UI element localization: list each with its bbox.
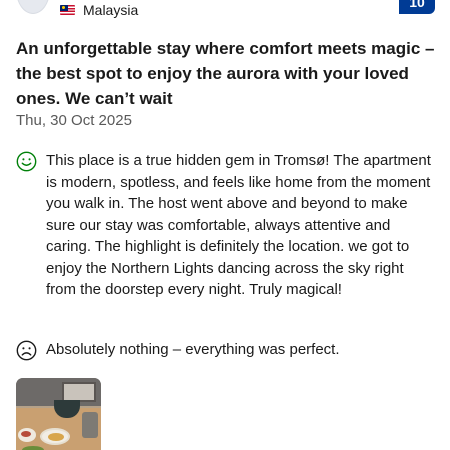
photo-window <box>62 382 96 402</box>
score-value: 10 <box>409 0 425 10</box>
photo-plate <box>18 428 36 442</box>
negative-review-text: Absolutely nothing – everything was perf… <box>46 341 340 358</box>
photo-plate <box>40 428 70 445</box>
smile-face-icon <box>16 151 37 172</box>
review-title: An unforgettable stay where comfort meet… <box>16 39 435 108</box>
avatar[interactable] <box>16 0 50 14</box>
positive-review: This place is a true hidden gem in Troms… <box>16 150 436 301</box>
review-card: Malaysia 10 An unforgettable stay where … <box>0 0 450 450</box>
score-badge: 10 <box>399 0 435 14</box>
positive-review-text: This place is a true hidden gem in Troms… <box>46 152 431 298</box>
frown-face-icon <box>16 340 37 361</box>
photo-jar <box>82 412 98 438</box>
negative-review: Absolutely nothing – everything was perf… <box>16 339 436 361</box>
review-photo-thumbnail[interactable] <box>16 378 101 450</box>
country-name: Malaysia <box>83 2 139 18</box>
photo-greens <box>22 446 44 450</box>
reviewer-country: Malaysia <box>60 2 138 18</box>
malaysia-flag-icon <box>60 5 75 15</box>
review-date: Thu, 30 Oct 2025 <box>16 112 132 129</box>
